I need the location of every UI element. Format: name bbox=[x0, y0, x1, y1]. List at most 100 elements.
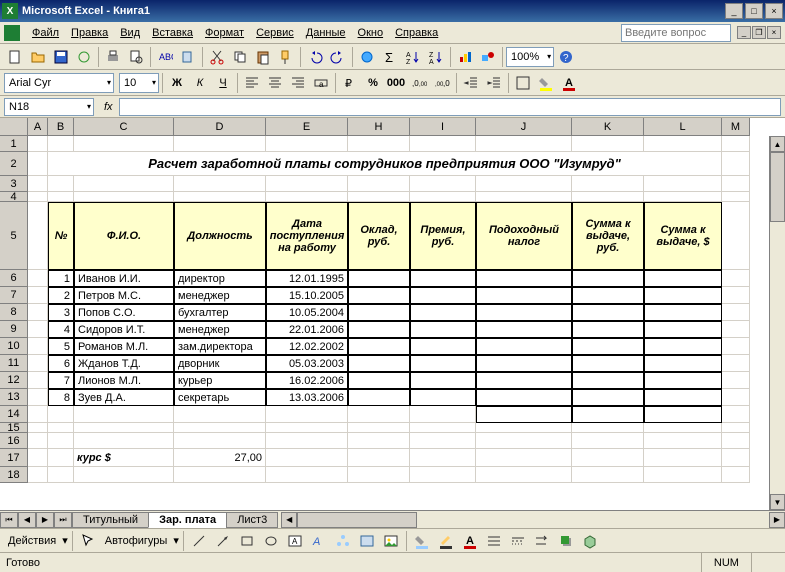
close-button[interactable]: × bbox=[765, 3, 783, 19]
cell-I5[interactable]: Премия, руб. bbox=[410, 202, 476, 270]
name-box[interactable]: N18 bbox=[4, 98, 94, 116]
cell-I15[interactable] bbox=[410, 423, 476, 433]
cell-I9[interactable] bbox=[410, 321, 476, 338]
row-header-8[interactable]: 8 bbox=[0, 304, 28, 321]
dash-style-button[interactable] bbox=[507, 530, 529, 552]
cell-J13[interactable] bbox=[476, 389, 572, 406]
cell-I6[interactable] bbox=[410, 270, 476, 287]
decrease-decimal-button[interactable]: ,00,0 bbox=[431, 72, 453, 94]
save-button[interactable] bbox=[50, 46, 72, 68]
increase-decimal-button[interactable]: ,0,00 bbox=[408, 72, 430, 94]
oval-button[interactable] bbox=[260, 530, 282, 552]
cell-K10[interactable] bbox=[572, 338, 644, 355]
cell-L9[interactable] bbox=[644, 321, 722, 338]
merge-center-button[interactable]: a bbox=[310, 72, 332, 94]
cell-M14[interactable] bbox=[722, 406, 750, 423]
cell-H3[interactable] bbox=[348, 176, 410, 192]
print-button[interactable] bbox=[102, 46, 124, 68]
menu-Справка[interactable]: Справка bbox=[389, 25, 444, 41]
cell-M4[interactable] bbox=[722, 192, 750, 202]
scroll-up-button[interactable]: ▲ bbox=[770, 136, 785, 152]
cell-K4[interactable] bbox=[572, 192, 644, 202]
autosum-button[interactable]: Σ bbox=[379, 46, 401, 68]
row-header-13[interactable]: 13 bbox=[0, 389, 28, 406]
redo-button[interactable] bbox=[327, 46, 349, 68]
menu-Файл[interactable]: Файл bbox=[26, 25, 65, 41]
cell-D9[interactable]: менеджер bbox=[174, 321, 266, 338]
diagram-button[interactable] bbox=[332, 530, 354, 552]
cell-I4[interactable] bbox=[410, 192, 476, 202]
menu-Данные[interactable]: Данные bbox=[300, 25, 352, 41]
line-color-button[interactable] bbox=[435, 530, 457, 552]
format-painter-button[interactable] bbox=[275, 46, 297, 68]
textbox-button[interactable]: A bbox=[284, 530, 306, 552]
borders-button[interactable] bbox=[512, 72, 534, 94]
cell-H14[interactable] bbox=[348, 406, 410, 423]
cell-K17[interactable] bbox=[572, 449, 644, 467]
cell-C1[interactable] bbox=[74, 136, 174, 152]
menu-Вставка[interactable]: Вставка bbox=[146, 25, 199, 41]
row-header-14[interactable]: 14 bbox=[0, 406, 28, 423]
row-header-6[interactable]: 6 bbox=[0, 270, 28, 287]
cell-D10[interactable]: зам.директора bbox=[174, 338, 266, 355]
cell-E16[interactable] bbox=[266, 433, 348, 449]
cell-M11[interactable] bbox=[722, 355, 750, 372]
cell-D14[interactable] bbox=[174, 406, 266, 423]
cell-L15[interactable] bbox=[644, 423, 722, 433]
cell-B11[interactable]: 6 bbox=[48, 355, 74, 372]
menu-Сервис[interactable]: Сервис bbox=[250, 25, 300, 41]
formula-input[interactable] bbox=[119, 98, 781, 116]
menu-Правка[interactable]: Правка bbox=[65, 25, 114, 41]
cell-M12[interactable] bbox=[722, 372, 750, 389]
scroll-down-button[interactable]: ▼ bbox=[770, 494, 785, 510]
row-header-10[interactable]: 10 bbox=[0, 338, 28, 355]
tab-nav-first[interactable]: ⏮ bbox=[0, 512, 18, 528]
cell-J15[interactable] bbox=[476, 423, 572, 433]
mdi-restore-button[interactable]: ❐ bbox=[752, 26, 766, 39]
cell-M13[interactable] bbox=[722, 389, 750, 406]
cell-D5[interactable]: Должность bbox=[174, 202, 266, 270]
cell-L11[interactable] bbox=[644, 355, 722, 372]
cell-M9[interactable] bbox=[722, 321, 750, 338]
fill-color-button[interactable] bbox=[535, 72, 557, 94]
cell-K16[interactable] bbox=[572, 433, 644, 449]
cell-B8[interactable]: 3 bbox=[48, 304, 74, 321]
cell-C18[interactable] bbox=[74, 467, 174, 483]
horizontal-scrollbar[interactable]: ◀ ▶ bbox=[281, 512, 785, 528]
cell-K14[interactable] bbox=[572, 406, 644, 423]
cell-C15[interactable] bbox=[74, 423, 174, 433]
align-left-button[interactable] bbox=[241, 72, 263, 94]
help-search-box[interactable] bbox=[621, 24, 731, 42]
cell-I17[interactable] bbox=[410, 449, 476, 467]
cell-E15[interactable] bbox=[266, 423, 348, 433]
cell-H4[interactable] bbox=[348, 192, 410, 202]
cell-I16[interactable] bbox=[410, 433, 476, 449]
sheet-tab-Лист3[interactable]: Лист3 bbox=[226, 512, 278, 528]
cell-K11[interactable] bbox=[572, 355, 644, 372]
cell-K1[interactable] bbox=[572, 136, 644, 152]
cell-E3[interactable] bbox=[266, 176, 348, 192]
comma-button[interactable]: 000 bbox=[385, 72, 407, 94]
cell-M15[interactable] bbox=[722, 423, 750, 433]
row-header-18[interactable]: 18 bbox=[0, 467, 28, 483]
cell-A9[interactable] bbox=[28, 321, 48, 338]
minimize-button[interactable]: _ bbox=[725, 3, 743, 19]
cell-B17[interactable] bbox=[48, 449, 74, 467]
increase-indent-button[interactable] bbox=[483, 72, 505, 94]
cell-M1[interactable] bbox=[722, 136, 750, 152]
currency-button[interactable]: ₽ bbox=[339, 72, 361, 94]
help-search-input[interactable] bbox=[621, 24, 731, 42]
rectangle-button[interactable] bbox=[236, 530, 258, 552]
cell-E18[interactable] bbox=[266, 467, 348, 483]
cell-J8[interactable] bbox=[476, 304, 572, 321]
undo-button[interactable] bbox=[304, 46, 326, 68]
cell-B5[interactable]: № bbox=[48, 202, 74, 270]
scroll-right-button[interactable]: ▶ bbox=[769, 512, 785, 528]
cell-A6[interactable] bbox=[28, 270, 48, 287]
col-header-B[interactable]: B bbox=[48, 118, 74, 136]
cell-A18[interactable] bbox=[28, 467, 48, 483]
cell-I11[interactable] bbox=[410, 355, 476, 372]
col-header-H[interactable]: H bbox=[348, 118, 410, 136]
line-style-button[interactable] bbox=[483, 530, 505, 552]
cell-H7[interactable] bbox=[348, 287, 410, 304]
